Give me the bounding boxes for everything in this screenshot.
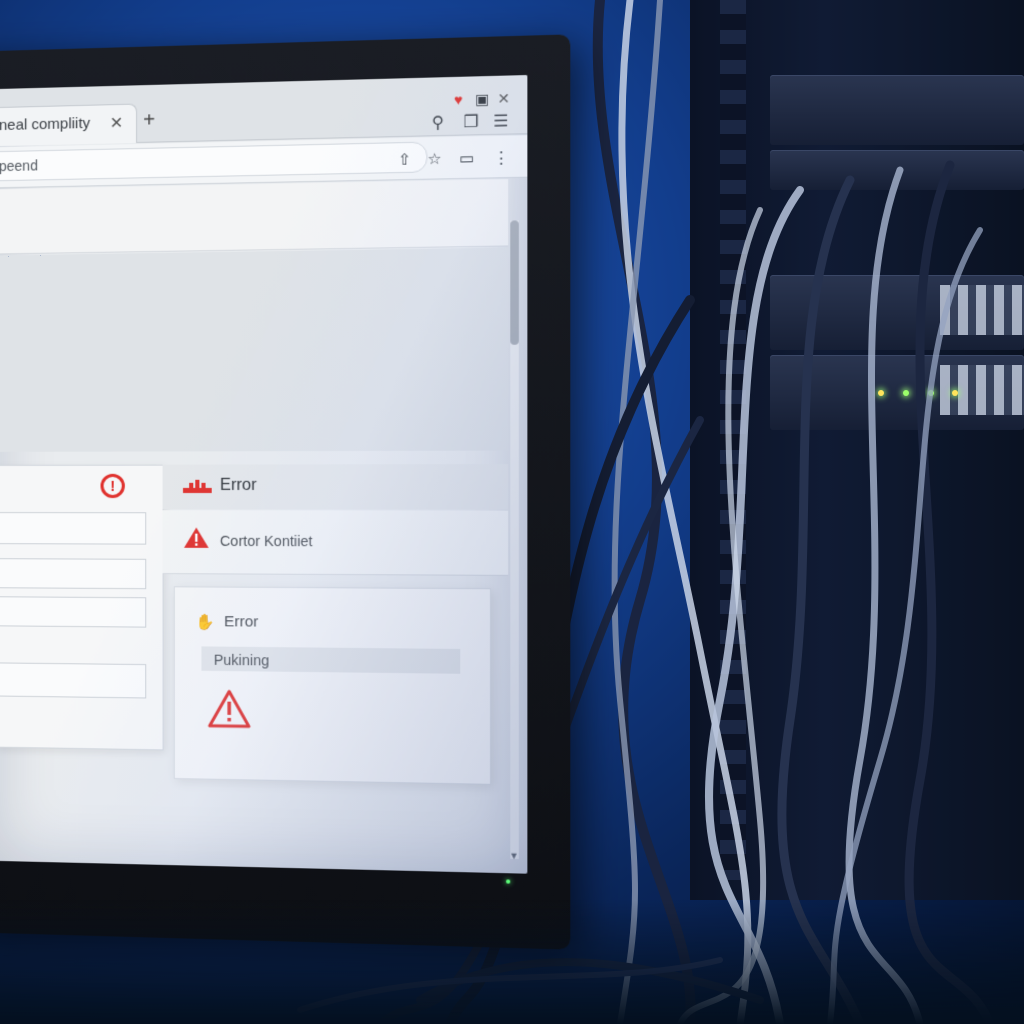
browser-window: neal compliity ✕ + ♥ ▣ ✕ ⚲ ❐ ☰ peend ⇧ ☆… <box>0 75 528 874</box>
close-icon[interactable]: ✕ <box>110 113 124 134</box>
reader-icon[interactable]: ▭ <box>459 149 474 168</box>
clipboard-icon[interactable]: ❐ <box>463 111 478 132</box>
heart-icon[interactable]: ♥ <box>454 91 463 108</box>
url-field[interactable]: peend <box>0 141 428 182</box>
error-card: ✋ Error Pukining <box>173 586 492 785</box>
bookmark-icon[interactable]: ▣ <box>475 91 489 109</box>
form-input[interactable] <box>0 558 147 590</box>
form-input[interactable] <box>0 512 147 545</box>
scroll-thumb[interactable] <box>510 220 519 345</box>
form-panel: ! <box>0 464 164 751</box>
page-hero <box>0 247 509 452</box>
monitor: on neal compliity ✕ + ♥ ▣ ✕ ⚲ ❐ ☰ peend … <box>0 34 571 950</box>
tab-title: neal compliity <box>0 114 91 135</box>
error-header: Error <box>162 464 509 510</box>
exclamation-circle-icon: ! <box>100 473 125 499</box>
close-window-icon[interactable]: ✕ <box>497 90 510 108</box>
power-led <box>506 879 511 884</box>
status-bar: Pukining <box>201 646 461 674</box>
floor-shadow <box>0 900 1024 1024</box>
more-icon[interactable]: ⋮ <box>493 148 509 167</box>
hand-icon: ✋ <box>195 613 215 632</box>
warning-text: Cortor Kontiiet <box>219 532 313 550</box>
search-icon[interactable]: ⚲ <box>432 112 444 133</box>
new-tab-button[interactable]: + <box>143 109 155 133</box>
error-card-title: Error <box>224 613 259 631</box>
tab-bar: neal compliity ✕ + ♥ ▣ ✕ ⚲ ❐ ☰ <box>0 75 528 147</box>
browser-tab[interactable]: neal compliity ✕ <box>0 103 138 147</box>
warning-row: Cortor Kontiiet <box>162 510 509 576</box>
page-header <box>0 179 509 255</box>
error-title: Error <box>219 476 257 495</box>
status-text: Pukining <box>213 651 270 669</box>
scroll-down-icon[interactable]: ▼ <box>509 850 519 861</box>
star-icon[interactable]: ☆ <box>427 149 441 169</box>
warning-triangle-icon <box>208 689 251 728</box>
menu-icon[interactable]: ☰ <box>493 111 508 132</box>
share-icon[interactable]: ⇧ <box>398 150 411 169</box>
error-bar-icon <box>183 479 212 494</box>
form-input[interactable] <box>0 662 147 699</box>
url-text: peend <box>0 157 38 175</box>
warning-triangle-icon <box>184 527 209 548</box>
form-input[interactable] <box>0 596 147 628</box>
scrollbar[interactable]: ▼ <box>509 220 519 861</box>
